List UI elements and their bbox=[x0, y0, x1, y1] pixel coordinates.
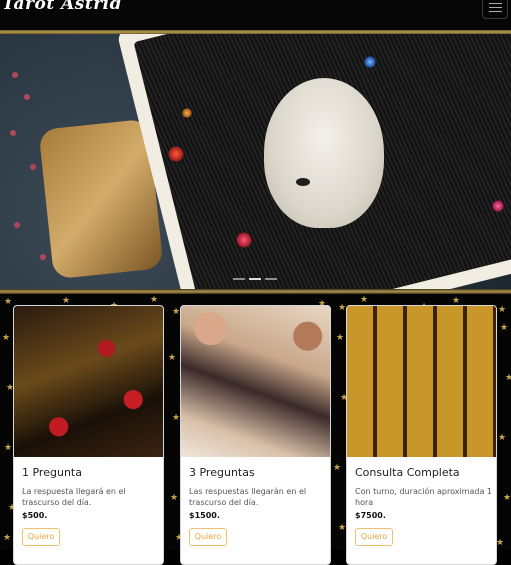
star-spark-icon bbox=[168, 146, 184, 162]
petal-decoration bbox=[40, 254, 46, 260]
petal-decoration bbox=[14, 222, 20, 228]
product-image bbox=[347, 306, 496, 457]
star-icon: ★ bbox=[360, 295, 369, 305]
carousel-indicators bbox=[233, 278, 279, 281]
product-price: $7500. bbox=[355, 511, 386, 520]
quiero-button[interactable]: Quiero bbox=[355, 528, 393, 546]
product-title: Consulta Completa bbox=[355, 466, 460, 479]
product-price: $500. bbox=[22, 511, 48, 520]
product-title: 3 Preguntas bbox=[189, 466, 255, 479]
navbar: Tarot Astrid bbox=[0, 0, 511, 31]
hero-carousel[interactable] bbox=[0, 34, 511, 290]
owl-eye bbox=[296, 178, 310, 186]
petal-decoration bbox=[30, 164, 36, 170]
petal-decoration bbox=[24, 94, 30, 100]
star-icon: ★ bbox=[168, 353, 177, 363]
petal-decoration bbox=[12, 72, 18, 78]
brand-logo[interactable]: Tarot Astrid bbox=[2, 0, 122, 14]
quiero-button[interactable]: Quiero bbox=[189, 528, 227, 546]
product-card: 3 Preguntas Las respuestas llegarán en e… bbox=[180, 305, 331, 565]
star-icon: ★ bbox=[498, 433, 507, 443]
carousel-indicator[interactable] bbox=[233, 278, 245, 280]
star-icon: ★ bbox=[505, 373, 511, 383]
star-icon: ★ bbox=[2, 333, 11, 343]
hamburger-icon bbox=[489, 3, 502, 4]
product-card: Consulta Completa Con turno, duración ap… bbox=[346, 305, 497, 565]
product-description: Con turno, duración aproximada 1 hora bbox=[355, 487, 492, 507]
star-icon: ★ bbox=[503, 493, 511, 503]
hamburger-icon-line bbox=[489, 7, 502, 8]
star-icon: ★ bbox=[4, 443, 13, 453]
star-spark-icon bbox=[236, 232, 252, 248]
star-icon: ★ bbox=[150, 295, 159, 305]
star-icon: ★ bbox=[336, 333, 345, 343]
product-price: $1500. bbox=[189, 511, 220, 520]
star-spark-icon bbox=[492, 200, 504, 212]
star-icon: ★ bbox=[338, 303, 347, 313]
star-icon: ★ bbox=[3, 533, 12, 543]
hamburger-menu-button[interactable] bbox=[482, 0, 508, 19]
star-icon: ★ bbox=[172, 307, 181, 317]
owl-illustration bbox=[264, 78, 384, 228]
star-icon: ★ bbox=[4, 297, 13, 307]
star-icon: ★ bbox=[498, 305, 507, 315]
star-icon: ★ bbox=[500, 323, 509, 333]
hamburger-icon-line bbox=[489, 11, 502, 12]
star-spark-icon bbox=[364, 56, 376, 68]
star-icon: ★ bbox=[172, 413, 181, 423]
star-icon: ★ bbox=[338, 523, 347, 533]
carousel-indicator[interactable] bbox=[265, 278, 277, 280]
product-card: 1 Pregunta La respuesta llegará en el tr… bbox=[13, 305, 164, 565]
product-title: 1 Pregunta bbox=[22, 466, 82, 479]
star-icon: ★ bbox=[496, 538, 505, 548]
product-image bbox=[181, 306, 330, 457]
product-description: Las respuestas llegarán en el trascurso … bbox=[189, 487, 307, 507]
product-description: La respuesta llegará en el trascurso del… bbox=[22, 487, 126, 507]
star-icon: ★ bbox=[170, 493, 179, 503]
star-icon: ★ bbox=[333, 463, 342, 473]
star-spark-icon bbox=[182, 108, 192, 118]
carousel-indicator[interactable] bbox=[249, 278, 261, 280]
product-image bbox=[14, 306, 163, 457]
petal-decoration bbox=[10, 130, 16, 136]
quiero-button[interactable]: Quiero bbox=[22, 528, 60, 546]
